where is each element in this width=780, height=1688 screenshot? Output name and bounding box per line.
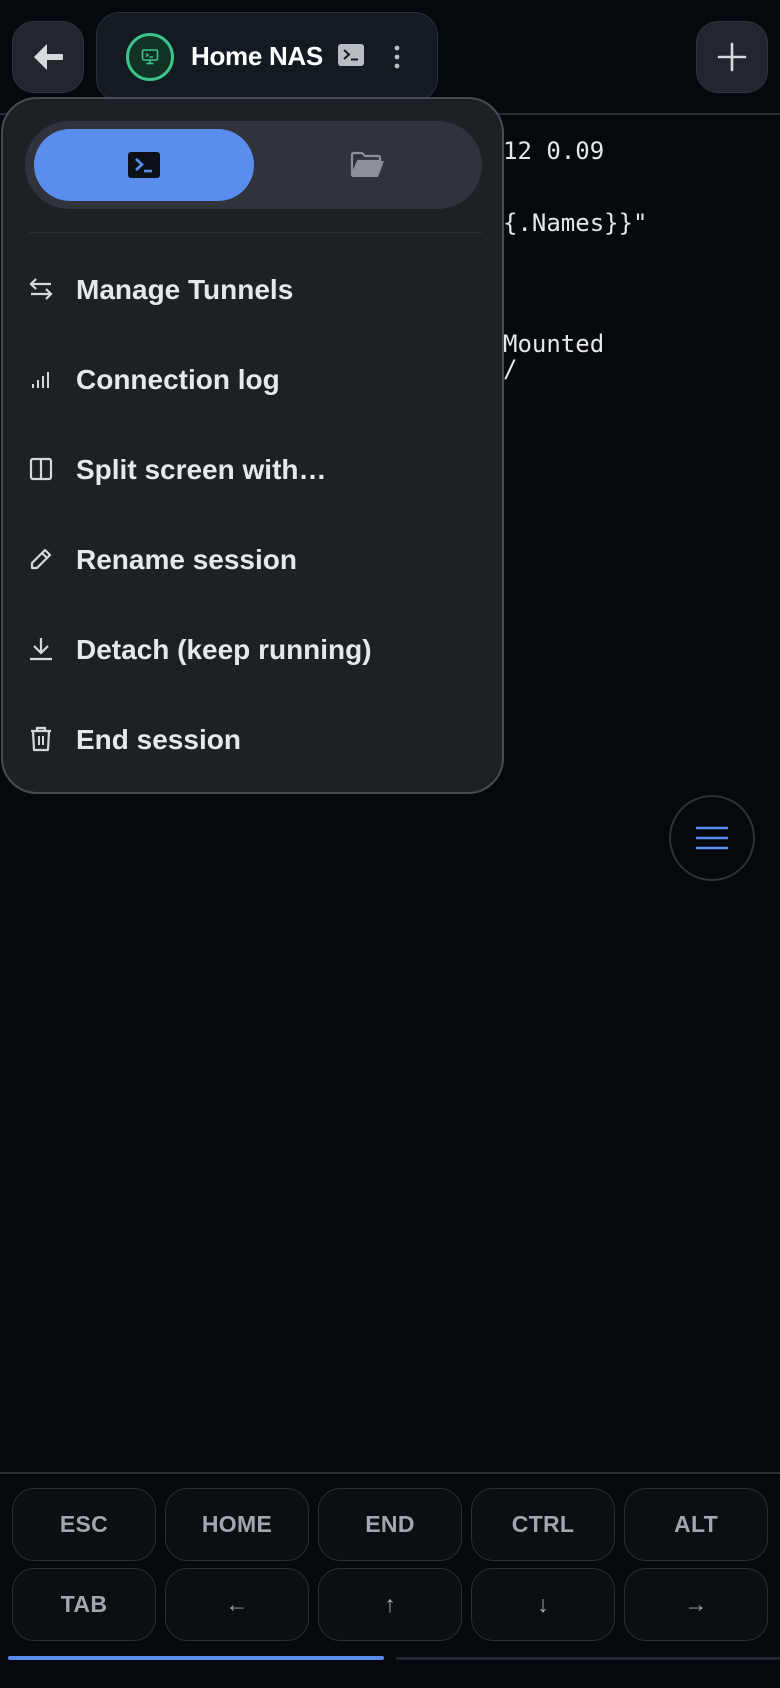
session-title: Home NAS (191, 41, 323, 71)
files-tab[interactable] (261, 129, 475, 201)
terminal-line: Mounted (503, 330, 605, 358)
kebab-vertical-icon (394, 45, 400, 69)
terminal-menu-button[interactable] (669, 795, 755, 881)
plus-icon (717, 42, 747, 72)
menu-item-label: Manage Tunnels (76, 274, 294, 305)
keys-page-track (396, 1657, 780, 1660)
key-tab[interactable]: TAB (12, 1568, 156, 1641)
menu-item-label: End session (76, 724, 241, 755)
key-arrow-up[interactable]: ↑ (318, 1568, 462, 1641)
key-end[interactable]: END (318, 1488, 462, 1561)
view-switcher (25, 121, 482, 209)
key-arrow-left[interactable]: ← (165, 1568, 309, 1641)
menu-item-detach[interactable]: Detach (keep running) (3, 607, 502, 691)
download-icon (27, 635, 55, 663)
menu-item-manage-tunnels[interactable]: Manage Tunnels (3, 247, 502, 331)
trash-icon (27, 725, 55, 753)
folder-open-icon (350, 151, 384, 177)
hamburger-menu-icon (696, 826, 728, 850)
terminal-line: 12 0.09 (503, 137, 605, 165)
back-button[interactable] (12, 21, 84, 93)
swap-arrows-icon (27, 275, 55, 303)
key-arrow-right[interactable]: → (624, 1568, 768, 1641)
terminal-icon (338, 44, 364, 66)
menu-item-rename-session[interactable]: Rename session (3, 517, 502, 601)
key-ctrl[interactable]: CTRL (471, 1488, 615, 1561)
menu-item-label: Split screen with… (76, 454, 327, 485)
menu-item-end-session[interactable]: End session (3, 697, 502, 781)
key-arrow-down[interactable]: ↓ (471, 1568, 615, 1641)
menu-item-connection-log[interactable]: Connection log (3, 337, 502, 421)
split-panel-icon (27, 455, 55, 483)
menu-item-label: Rename session (76, 544, 297, 575)
server-terminal-icon (141, 49, 159, 65)
session-type-indicator (338, 44, 364, 71)
signal-bars-icon (27, 365, 55, 393)
terminal-tab[interactable] (34, 129, 254, 201)
add-session-button[interactable] (696, 21, 768, 93)
menu-divider (29, 232, 482, 233)
session-avatar (126, 33, 174, 81)
session-pill[interactable]: Home NAS (96, 12, 438, 102)
menu-item-label: Detach (keep running) (76, 634, 372, 665)
menu-item-split-screen[interactable]: Split screen with… (3, 427, 502, 511)
key-alt[interactable]: ALT (624, 1488, 768, 1561)
arrow-left-icon (34, 44, 63, 70)
key-esc[interactable]: ESC (12, 1488, 156, 1561)
terminal-line: / (503, 355, 518, 383)
session-more-button[interactable] (387, 41, 407, 73)
terminal-line: {.Names}}" (503, 209, 648, 237)
pencil-icon (27, 545, 55, 573)
key-home[interactable]: HOME (165, 1488, 309, 1561)
keys-page-indicator (8, 1656, 384, 1660)
session-menu: Manage Tunnels Connection log Split scre… (1, 97, 504, 794)
terminal-icon (128, 152, 160, 178)
menu-item-label: Connection log (76, 364, 280, 395)
